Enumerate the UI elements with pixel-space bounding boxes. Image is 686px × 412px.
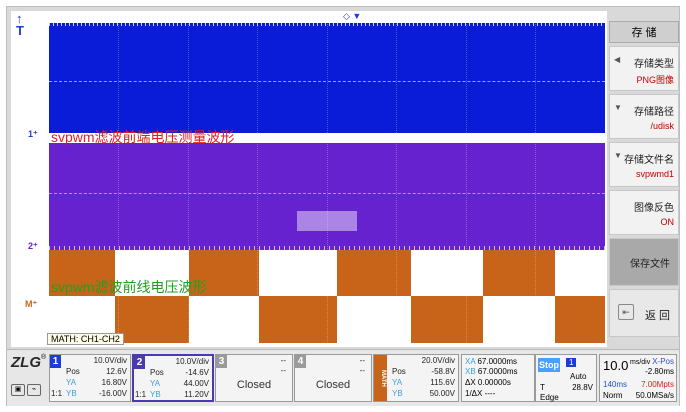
waveform-display[interactable]: ↑ T ◇ ▼ 1⁺ 2⁺ M⁺ svpwm滤波前端电压测量波形 svpwm滤波… [11, 11, 607, 347]
ch1-settings[interactable]: 1 10.0V/div Pos 12.6V YA 16.80V YB -16.00V … [49, 354, 131, 402]
status-bar: ZLG ® ▣ ⌁ 1 10.0V/div Pos 12.6V YA 16.80V … [7, 349, 679, 406]
back-button[interactable]: ⇤ 返 回 [609, 289, 679, 337]
run-stop-status[interactable]: Stop [538, 358, 560, 372]
brand-logo: ZLG ® ▣ ⌁ [11, 354, 47, 402]
math-settings[interactable]: MATH 20.0V/div Pos -58.8V YA 115.6V YB 50.0… [373, 354, 459, 402]
cursor-readout[interactable]: XA 67.0000ms XB 67.0000ms ΔX 0.00000s 1/… [461, 354, 535, 402]
down-arrow-icon: ▼ [614, 103, 622, 112]
menu-title: 存 储 [609, 21, 679, 43]
ch2-level-marker[interactable]: 2⁺ [28, 241, 38, 252]
math-annotation: svpwm滤波前线电压波形 [51, 279, 207, 295]
back-icon: ⇤ [618, 304, 634, 320]
math-expression-label: MATH: CH1-CH2 [47, 333, 124, 345]
screenshot-icon[interactable]: ▣ [11, 384, 25, 396]
left-arrow-icon: ◀ [614, 55, 621, 64]
usb-icon[interactable]: ⌁ [27, 384, 41, 396]
menu-item-invert-image[interactable]: 图像反色 ON [609, 190, 679, 235]
oscilloscope-screen: ↑ T ◇ ▼ 1⁺ 2⁺ M⁺ svpwm滤波前端电压测量波形 svpwm滤波… [6, 6, 680, 406]
down-arrow-icon: ▼ [614, 151, 622, 160]
storage-menu: 存 储 ◀ 存储类型 PNG图像 ▼ 存储路径 /udisk ▼ 存储文件名 s… [609, 21, 679, 347]
ch1-annotation: svpwm滤波前端电压测量波形 [51, 129, 235, 145]
math-level-marker[interactable]: M⁺ [25, 299, 37, 310]
ch4-settings[interactable]: 4 -- -- Closed [294, 354, 372, 402]
menu-item-storage-path[interactable]: ▼ 存储路径 /udisk [609, 94, 679, 139]
ch1-level-marker[interactable]: 1⁺ [28, 129, 38, 140]
save-file-button[interactable]: 保存文件 [609, 238, 679, 286]
timebase-settings[interactable]: 10.0 ms/div X-Pos -2.80ms 140ms 7.00Mpts… [599, 354, 677, 402]
ch3-settings[interactable]: 3 -- -- Closed [215, 354, 293, 402]
trigger-settings[interactable]: Stop 1 Auto T 28.8V Edge [535, 354, 597, 402]
watermark [297, 211, 357, 231]
trigger-time-marker: ↑ T [16, 11, 24, 38]
menu-item-storage-type[interactable]: ◀ 存储类型 PNG图像 [609, 46, 679, 91]
menu-item-file-name[interactable]: ▼ 存储文件名 svpwmd1 [609, 142, 679, 187]
ch2-settings[interactable]: 2 10.0V/div Pos -14.6V YA 44.00V YB 11.20V … [132, 354, 214, 402]
